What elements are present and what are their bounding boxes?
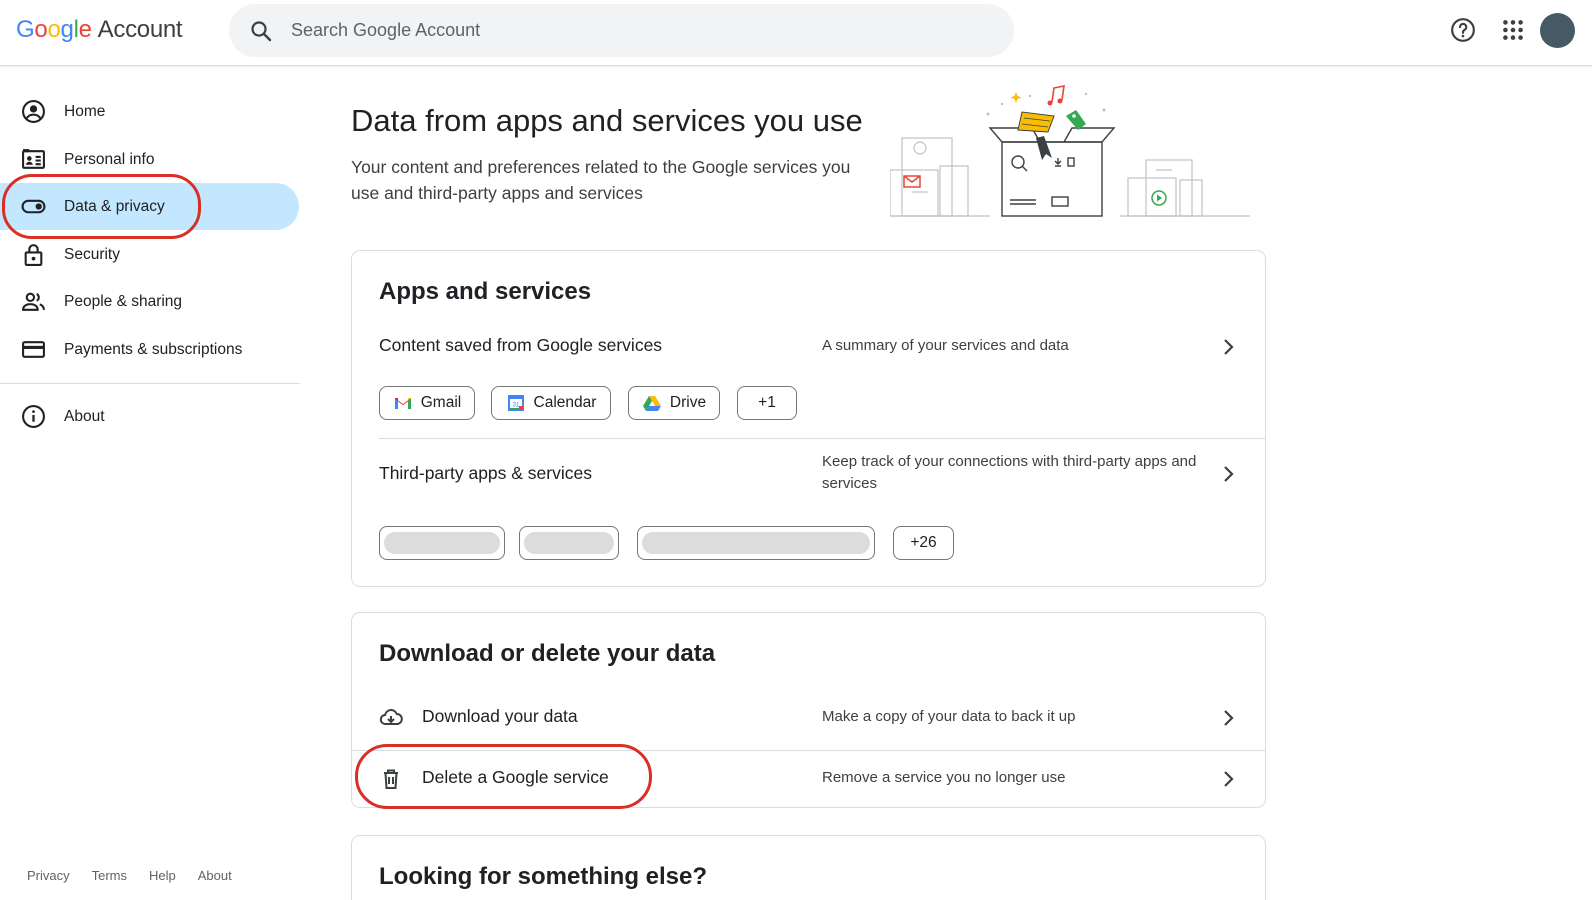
account-circle-icon (22, 100, 45, 123)
svg-text:31: 31 (512, 403, 519, 409)
chip-drive[interactable]: Drive (628, 386, 720, 420)
drive-icon (642, 396, 661, 411)
sidebar-item-label: Security (64, 245, 120, 263)
gmail-icon (394, 398, 411, 409)
card-title: Apps and services (379, 278, 592, 305)
credit-card-icon (22, 341, 45, 358)
row-label: Third-party apps & services (379, 463, 592, 483)
chevron-right-icon[interactable] (1218, 769, 1238, 789)
row-description: Remove a service you no longer use (822, 769, 1066, 786)
third-party-app-chip[interactable] (519, 526, 619, 560)
row-description: Keep track of your connections with thir… (822, 453, 1197, 492)
card-title: Looking for something else? (379, 863, 708, 890)
cloud-download-icon (379, 708, 403, 725)
page-subtitle: Your content and preferences related to … (351, 157, 851, 203)
chip-calendar[interactable]: 31 Calendar (491, 386, 611, 420)
search-icon[interactable] (249, 19, 273, 43)
sidebar-item-people-sharing[interactable]: People & sharing (0, 278, 299, 325)
data-box-illustration (890, 84, 1250, 217)
divider (352, 750, 1265, 751)
search-input[interactable] (291, 4, 971, 57)
apps-services-card: Apps and services Content saved from Goo… (351, 250, 1266, 587)
row-description: A summary of your services and data (822, 337, 1069, 354)
sidebar-item-label: Home (64, 102, 106, 120)
row-label: Content saved from Google services (379, 335, 663, 355)
sidebar-item-about[interactable]: About (0, 393, 299, 440)
sidebar-item-label: About (64, 407, 105, 425)
chip-gmail[interactable]: Gmail (379, 386, 475, 420)
footer-link-help[interactable]: Help (149, 868, 176, 883)
looking-else-card: Looking for something else? (351, 835, 1266, 900)
calendar-icon: 31 (507, 395, 524, 411)
sidebar-item-data-privacy[interactable]: Data & privacy (0, 183, 299, 230)
footer-links: Privacy Terms Help About (27, 868, 232, 883)
redacted-placeholder (642, 532, 870, 554)
card-title: Download or delete your data (379, 640, 716, 667)
chevron-right-icon[interactable] (1218, 708, 1238, 728)
top-bar: Google Account (0, 0, 1592, 66)
apps-grid-icon[interactable] (1500, 17, 1526, 43)
chip-more-third-party[interactable]: +26 (893, 526, 954, 560)
sidebar-item-label: Payments & subscriptions (64, 340, 243, 358)
sidebar-item-home[interactable]: Home (0, 88, 299, 135)
redacted-placeholder (384, 532, 500, 554)
chevron-right-icon[interactable] (1218, 464, 1238, 484)
trash-icon (384, 769, 398, 789)
sidebar-item-payments[interactable]: Payments & subscriptions (0, 326, 299, 373)
footer-link-terms[interactable]: Terms (92, 868, 127, 883)
sidebar-item-security[interactable]: Security (0, 231, 299, 278)
row-label: Delete a Google service (422, 767, 609, 787)
third-party-app-chip[interactable] (637, 526, 875, 560)
sidebar-divider (0, 383, 300, 384)
row-description: Make a copy of your data to back it up (822, 708, 1076, 725)
people-icon (22, 292, 45, 311)
divider (379, 438, 1265, 439)
sidebar-item-label: Personal info (64, 150, 155, 168)
help-circle-icon[interactable] (1450, 17, 1476, 43)
avatar[interactable] (1540, 13, 1575, 48)
sidebar-item-label: People & sharing (64, 292, 183, 310)
toggle-icon (21, 199, 46, 214)
lock-icon (24, 244, 43, 266)
chip-more-services[interactable]: +1 (737, 386, 797, 420)
row-label: Download your data (422, 706, 578, 726)
sidebar-item-personal-info[interactable]: Personal info (0, 136, 299, 183)
page-title: Data from apps and services you use (351, 103, 863, 138)
google-account-logo[interactable]: Google Account (16, 16, 183, 44)
footer-link-privacy[interactable]: Privacy (27, 868, 70, 883)
redacted-placeholder (524, 532, 614, 554)
sidebar-item-label: Data & privacy (64, 197, 165, 215)
footer-link-about[interactable]: About (198, 868, 232, 883)
id-card-icon (22, 149, 45, 169)
download-delete-card: Download or delete your data Download yo… (351, 612, 1266, 808)
chevron-right-icon[interactable] (1218, 337, 1238, 357)
info-icon (22, 405, 45, 428)
search-bar[interactable] (229, 4, 1014, 57)
third-party-app-chip[interactable] (379, 526, 505, 560)
